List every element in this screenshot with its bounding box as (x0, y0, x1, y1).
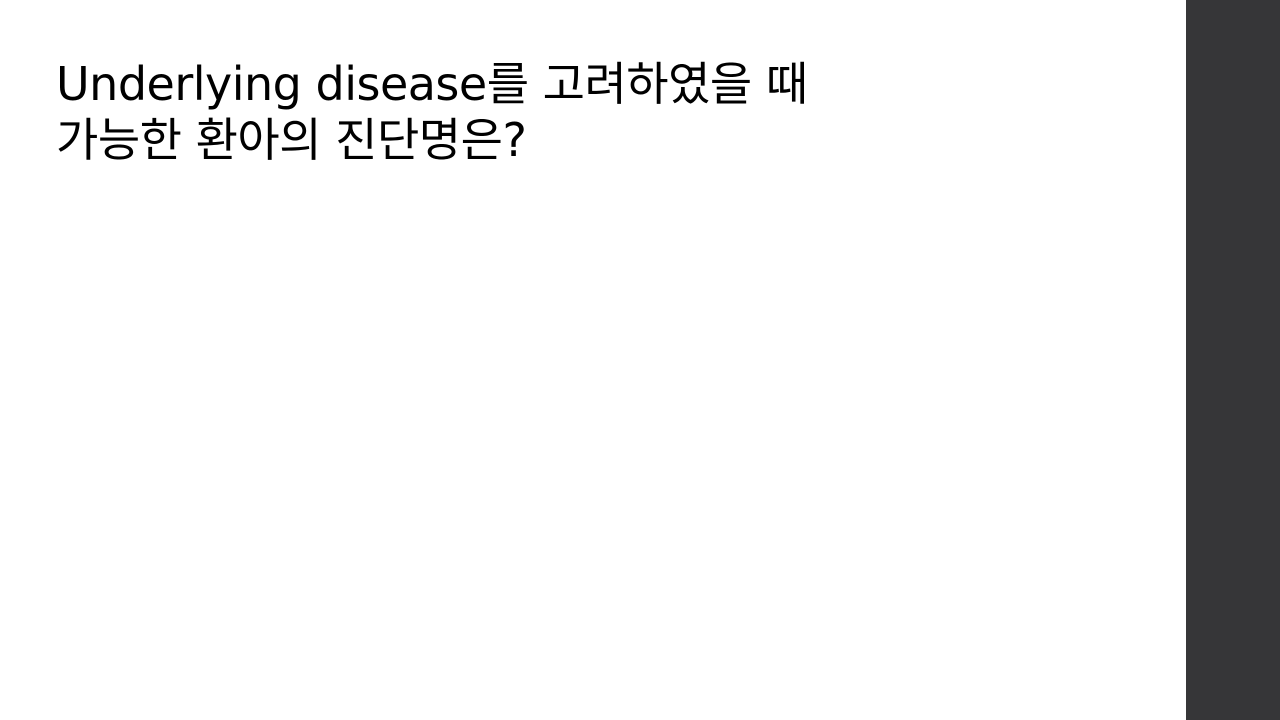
slide: Underlying disease를 고려하였을 때 가능한 환아의 진단명은… (0, 0, 1280, 720)
slide-title-line-1: Underlying disease를 고려하였을 때 (56, 57, 808, 111)
slide-title: Underlying disease를 고려하였을 때 가능한 환아의 진단명은… (56, 56, 1136, 168)
side-accent-bar (1186, 0, 1280, 720)
slide-title-line-2: 가능한 환아의 진단명은? (56, 113, 527, 167)
